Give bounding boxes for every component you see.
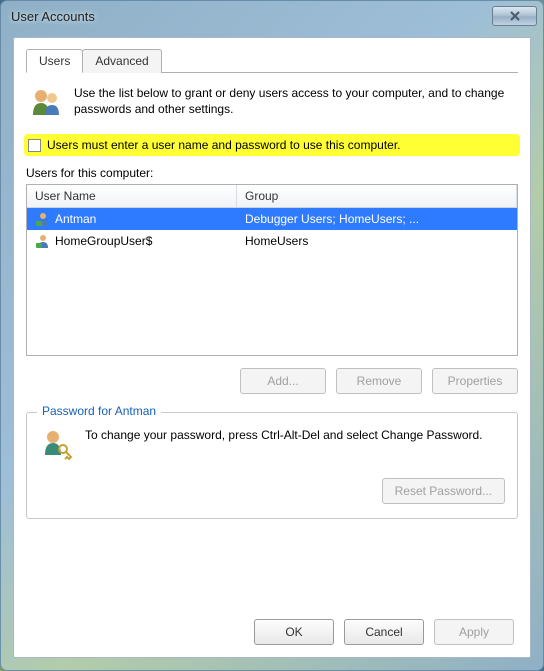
tab-advanced[interactable]: Advanced	[82, 49, 161, 73]
reset-password-button[interactable]: Reset Password...	[382, 478, 505, 504]
remove-button[interactable]: Remove	[336, 368, 422, 394]
column-username[interactable]: User Name	[27, 185, 237, 207]
close-icon	[509, 11, 521, 21]
cell-group: Debugger Users; HomeUsers; ...	[237, 212, 517, 226]
column-group[interactable]: Group	[237, 185, 517, 207]
users-icon	[28, 85, 64, 124]
require-password-row[interactable]: Users must enter a user name and passwor…	[24, 134, 520, 156]
apply-button[interactable]: Apply	[434, 619, 514, 645]
user-accounts-window: User Accounts Users Advanced Use the lis…	[0, 0, 544, 671]
dialog-buttons: OK Cancel Apply	[26, 607, 518, 647]
key-user-icon	[39, 427, 73, 464]
require-password-label: Users must enter a user name and passwor…	[47, 138, 401, 152]
tab-users[interactable]: Users	[26, 49, 83, 73]
users-listview[interactable]: User Name Group AntmanDebugger Users; Ho…	[26, 184, 518, 356]
password-groupbox: Password for Antman To change your passw…	[26, 412, 518, 519]
cell-username: HomeGroupUser$	[27, 233, 237, 249]
properties-button[interactable]: Properties	[432, 368, 518, 394]
ok-button[interactable]: OK	[254, 619, 334, 645]
listview-header[interactable]: User Name Group	[27, 185, 517, 208]
add-button[interactable]: Add...	[240, 368, 326, 394]
cell-username: Antman	[27, 211, 237, 227]
require-password-checkbox[interactable]	[28, 139, 41, 152]
intro-row: Use the list below to grant or deny user…	[26, 81, 518, 134]
password-text: To change your password, press Ctrl-Alt-…	[85, 427, 505, 443]
client-area: Users Advanced Use the list below to gra…	[13, 37, 531, 658]
titlebar[interactable]: User Accounts	[1, 1, 543, 31]
password-groupbox-title: Password for Antman	[37, 404, 161, 418]
close-button[interactable]	[492, 6, 537, 26]
table-row[interactable]: HomeGroupUser$HomeUsers	[27, 230, 517, 252]
users-for-label: Users for this computer:	[26, 166, 518, 180]
intro-text: Use the list below to grant or deny user…	[74, 85, 516, 117]
cell-group: HomeUsers	[237, 234, 517, 248]
cancel-button[interactable]: Cancel	[344, 619, 424, 645]
window-title: User Accounts	[11, 9, 492, 24]
listview-body: AntmanDebugger Users; HomeUsers; ...Home…	[27, 208, 517, 355]
user-buttons-row: Add... Remove Properties	[26, 356, 518, 408]
tab-strip: Users Advanced	[26, 48, 518, 73]
table-row[interactable]: AntmanDebugger Users; HomeUsers; ...	[27, 208, 517, 230]
